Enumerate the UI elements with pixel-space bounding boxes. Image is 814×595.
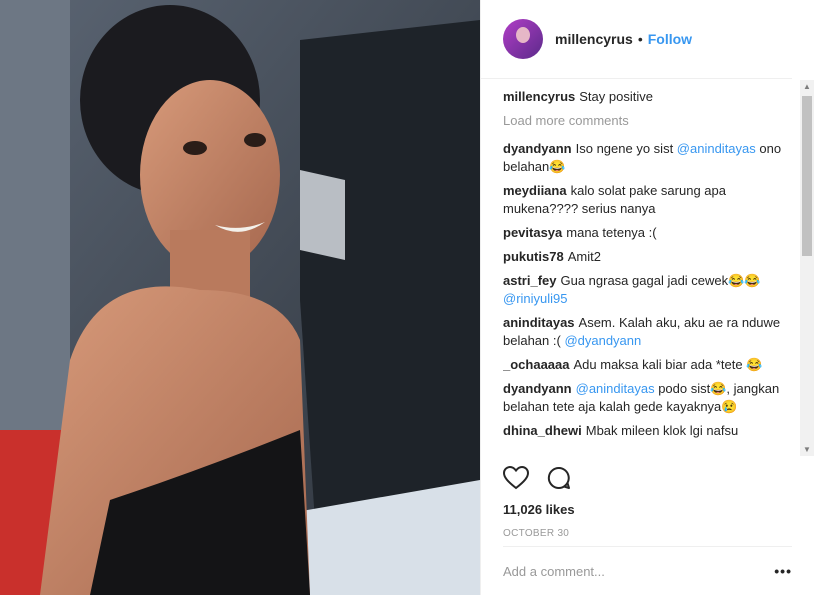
action-bar (502, 465, 571, 495)
comment-username[interactable]: dyandyann (503, 141, 572, 156)
photo-illustration (0, 0, 480, 595)
follow-button[interactable]: Follow (648, 31, 692, 47)
post-date: OCTOBER 30 (503, 528, 570, 539)
comment-item: pukutis78 Amit2 (503, 248, 801, 266)
scrollbar-thumb[interactable] (802, 96, 812, 256)
more-options-icon[interactable]: ••• (774, 563, 792, 579)
comment-username[interactable]: meydiiana (503, 183, 567, 198)
comment-username[interactable]: pukutis78 (503, 249, 564, 264)
instagram-post: millencyrus • Follow millencyrus Stay pos… (0, 0, 814, 595)
add-comment-input[interactable]: Add a comment... (503, 564, 774, 579)
comment-text: Iso ngene yo sist (575, 141, 677, 156)
comment-item: dyandyann Iso ngene yo sist @aninditayas … (503, 140, 801, 176)
comment-item: dhina_dhewi Mbak mileen klok lgi nafsu (503, 422, 801, 440)
comment-username[interactable]: pevitasya (503, 225, 562, 240)
comment-item: dyandyann @aninditayas podo sist😂, jangka… (503, 380, 801, 416)
post-photo[interactable] (0, 0, 480, 595)
comment-item: astri_fey Gua ngrasa gagal jadi cewek😂😂 @… (503, 272, 801, 308)
comment-text: mana tetenya :( (566, 225, 657, 240)
comment-text: Amit2 (567, 249, 601, 264)
comment-username[interactable]: aninditayas (503, 315, 575, 330)
comments-scrollbar[interactable]: ▲ ▼ (800, 80, 814, 456)
comment-mention[interactable]: @riniyuli95 (503, 291, 568, 306)
header-username[interactable]: millencyrus (555, 31, 633, 47)
comment-username[interactable]: dhina_dhewi (503, 423, 582, 438)
likes-count[interactable]: 11,026 likes (503, 502, 575, 517)
post-sidebar: millencyrus • Follow millencyrus Stay pos… (480, 0, 814, 595)
comment-text: Adu maksa kali biar ada *tete 😂 (573, 357, 763, 372)
header-separator: • (637, 31, 643, 47)
comment-item: meydiiana kalo solat pake sarung apa muke… (503, 182, 801, 218)
comment-mention[interactable]: @dyandyann (564, 333, 641, 348)
comment-mention[interactable]: @aninditayas (576, 381, 655, 396)
add-comment-bar: Add a comment... ••• (503, 546, 792, 595)
caption-text: Stay positive (579, 89, 653, 104)
scroll-up-arrow-icon[interactable]: ▲ (803, 82, 811, 91)
comment-icon[interactable] (547, 466, 571, 495)
comment-text: Mbak mileen klok lgi nafsu (585, 423, 739, 438)
comment-username[interactable]: _ochaaaaa (503, 357, 570, 372)
comment-text: Gua ngrasa gagal jadi cewek😂😂 (560, 273, 761, 288)
load-more-comments-button[interactable]: Load more comments (503, 112, 801, 130)
post-header: millencyrus • Follow (481, 0, 792, 79)
avatar[interactable] (503, 19, 543, 59)
scroll-down-arrow-icon[interactable]: ▼ (803, 445, 811, 454)
heart-icon[interactable] (502, 465, 530, 495)
comments-list[interactable]: millencyrus Stay positive Load more comme… (503, 88, 801, 456)
comment-username[interactable]: dyandyann (503, 381, 572, 396)
caption-username[interactable]: millencyrus (503, 89, 575, 104)
comment-username[interactable]: astri_fey (503, 273, 556, 288)
comment-item: aninditayas Asem. Kalah aku, aku ae ra nd… (503, 314, 801, 350)
caption: millencyrus Stay positive (503, 88, 801, 106)
comment-item: _ochaaaaa Adu maksa kali biar ada *tete 😂 (503, 356, 801, 374)
comment-item: pevitasya mana tetenya :( (503, 224, 801, 242)
comment-mention[interactable]: @aninditayas (677, 141, 756, 156)
